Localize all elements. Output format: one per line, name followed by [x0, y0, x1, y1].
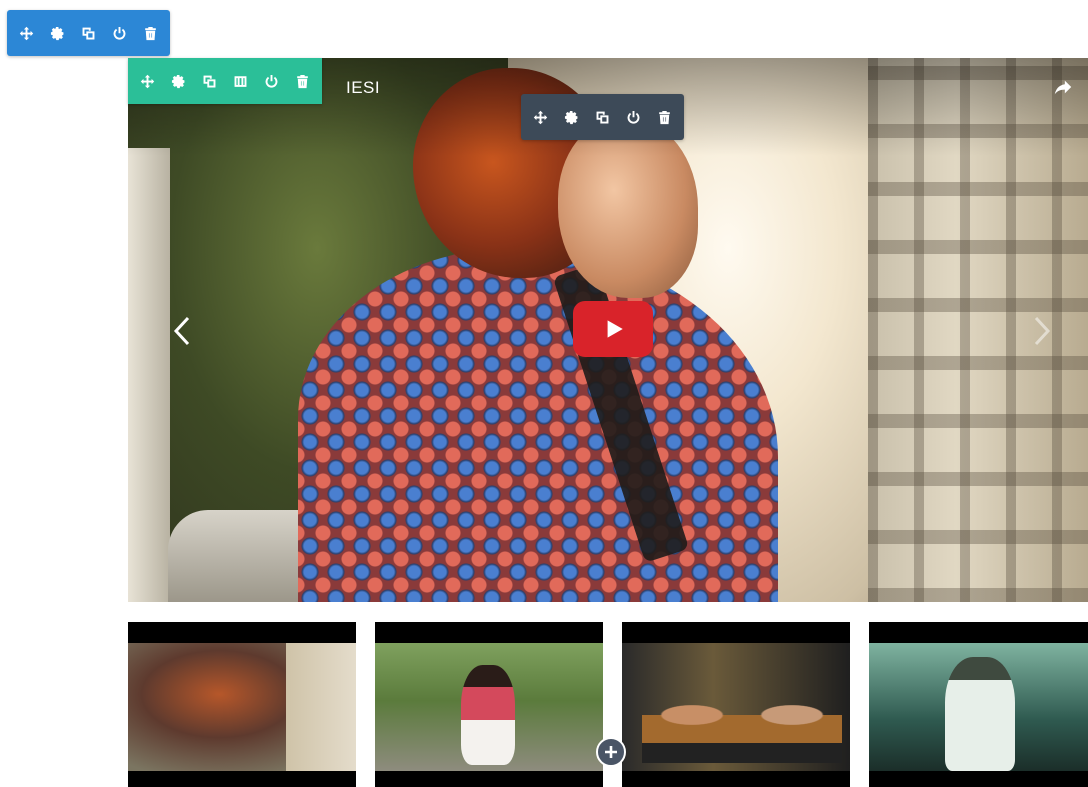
section-move-icon[interactable] — [11, 10, 42, 56]
widget-settings-icon[interactable] — [556, 94, 587, 140]
row-delete-icon[interactable] — [287, 58, 318, 104]
row-save-icon[interactable] — [256, 58, 287, 104]
carousel-next-arrow[interactable] — [1026, 308, 1056, 354]
thumbnail-image — [375, 643, 603, 771]
video-thumbnail[interactable] — [869, 622, 1088, 787]
video-title[interactable]: IESI — [346, 78, 380, 98]
play-button[interactable] — [573, 301, 653, 357]
widget-move-icon[interactable] — [525, 94, 556, 140]
video-thumbnail[interactable] — [375, 622, 603, 787]
section-toolbar — [7, 10, 170, 56]
video-thumbnail[interactable] — [622, 622, 850, 787]
section-delete-icon[interactable] — [135, 10, 166, 56]
thumbnail-image — [869, 643, 1088, 771]
section-settings-icon[interactable] — [42, 10, 73, 56]
row-toolbar — [128, 58, 322, 104]
row-columns-icon[interactable] — [225, 58, 256, 104]
widget-toolbar — [521, 94, 684, 140]
row-settings-icon[interactable] — [163, 58, 194, 104]
plus-icon — [605, 746, 617, 758]
row-move-icon[interactable] — [132, 58, 163, 104]
widget-duplicate-icon[interactable] — [587, 94, 618, 140]
section-save-icon[interactable] — [104, 10, 135, 56]
video-thumbnail[interactable] — [128, 622, 356, 787]
section-duplicate-icon[interactable] — [73, 10, 104, 56]
thumbnail-image — [622, 643, 850, 771]
widget-delete-icon[interactable] — [649, 94, 680, 140]
share-icon[interactable] — [1052, 76, 1074, 98]
add-widget-button[interactable] — [596, 737, 626, 767]
play-icon — [607, 320, 623, 338]
carousel-prev-arrow[interactable] — [168, 308, 198, 354]
widget-save-icon[interactable] — [618, 94, 649, 140]
thumbnail-image — [128, 643, 356, 771]
row-duplicate-icon[interactable] — [194, 58, 225, 104]
